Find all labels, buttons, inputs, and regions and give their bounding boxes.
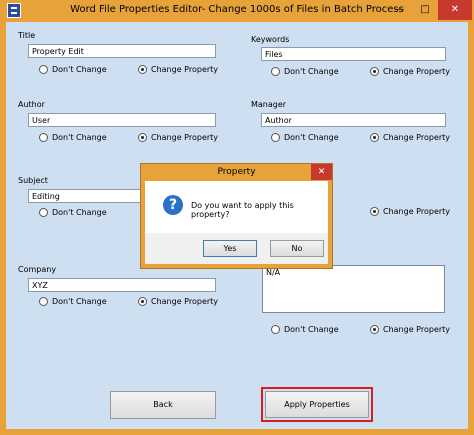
back-button[interactable]: Back (110, 391, 216, 419)
subject-dont-change-radio[interactable] (39, 208, 48, 217)
title-input[interactable]: Property Edit (28, 44, 216, 58)
keywords-dont-change-label: Don't Change (284, 67, 339, 76)
company-change-property-radio[interactable] (138, 297, 147, 306)
title-change-property-label: Change Property (151, 65, 219, 74)
author-dont-change-radio[interactable] (39, 133, 48, 142)
comments-change-property-label: Change Property (383, 325, 451, 334)
company-dont-change-label: Don't Change (52, 297, 107, 306)
title-bar[interactable]: Word File Properties Editor- Change 1000… (0, 0, 474, 22)
dialog-title: Property (217, 167, 256, 177)
keywords-change-property-label: Change Property (383, 67, 451, 76)
company-label: Company (18, 265, 57, 274)
author-dont-change-label: Don't Change (52, 133, 107, 142)
app-window: Word File Properties Editor- Change 1000… (0, 0, 474, 435)
question-icon: ? (163, 195, 183, 215)
comments-dont-change-radio[interactable] (271, 325, 280, 334)
keywords-input[interactable]: Files (261, 47, 446, 61)
title-dont-change-label: Don't Change (52, 65, 107, 74)
title-dont-change-radio[interactable] (39, 65, 48, 74)
company-input[interactable]: XYZ (28, 278, 216, 292)
manager-input[interactable]: Author (261, 113, 446, 127)
author-change-property-label: Change Property (151, 133, 219, 142)
dialog-footer: Yes No (145, 233, 328, 264)
comments-change-property-radio[interactable] (370, 325, 379, 334)
maximize-button[interactable]: □ (412, 0, 438, 20)
property-dialog: Property ✕ ? Do you want to apply this p… (140, 163, 333, 269)
manager-change-property-label: Change Property (383, 133, 451, 142)
yes-button[interactable]: Yes (203, 240, 257, 257)
category-change-property-label: Change Property (383, 207, 451, 216)
apply-properties-button[interactable]: Apply Properties (265, 391, 369, 418)
author-change-property-radio[interactable] (138, 133, 147, 142)
company-change-property-label: Change Property (151, 297, 219, 306)
dialog-close-button[interactable]: ✕ (311, 164, 332, 180)
comments-textarea[interactable]: N/A (262, 265, 445, 313)
subject-label: Subject (18, 176, 48, 185)
keywords-dont-change-radio[interactable] (271, 67, 280, 76)
manager-dont-change-label: Don't Change (284, 133, 339, 142)
subject-dont-change-label: Don't Change (52, 208, 107, 217)
dialog-message: Do you want to apply this property? (191, 201, 294, 219)
manager-dont-change-radio[interactable] (271, 133, 280, 142)
keywords-label: Keywords (251, 35, 290, 44)
manager-change-property-radio[interactable] (370, 133, 379, 142)
minimize-button[interactable]: — (386, 0, 412, 20)
title-change-property-radio[interactable] (138, 65, 147, 74)
company-dont-change-radio[interactable] (39, 297, 48, 306)
keywords-change-property-radio[interactable] (370, 67, 379, 76)
dialog-body: ? Do you want to apply this property? (145, 181, 328, 233)
comments-dont-change-label: Don't Change (284, 325, 339, 334)
no-button[interactable]: No (270, 240, 324, 257)
manager-label: Manager (251, 100, 287, 109)
close-button[interactable]: ✕ (438, 0, 472, 20)
author-input[interactable]: User (28, 113, 216, 127)
category-change-property-radio[interactable] (370, 207, 379, 216)
author-label: Author (18, 100, 45, 109)
title-label: Title (18, 31, 36, 40)
